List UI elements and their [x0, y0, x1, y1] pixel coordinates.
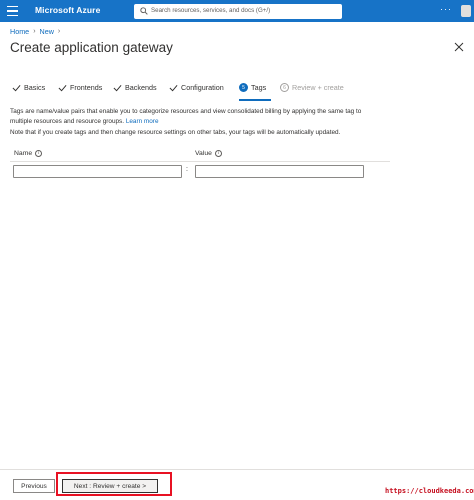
tags-note: Note that if you create tags and then ch… [10, 129, 341, 136]
menu-icon[interactable] [7, 6, 18, 16]
tab-label: Frontends [70, 83, 103, 92]
table-header-divider [10, 161, 390, 162]
tags-description: Tags are name/value pairs that enable yo… [10, 107, 380, 126]
tab-tags[interactable]: 5 Tags [239, 83, 266, 92]
info-icon[interactable]: i [214, 150, 222, 157]
watermark-text: https://cloudkeeda.com [385, 487, 474, 495]
name-column-header: Name i [14, 150, 43, 157]
next-review-create-button[interactable]: Next : Review + create > [62, 479, 158, 493]
chevron-right-icon: › [33, 28, 36, 35]
tab-label: Review + create [292, 83, 344, 92]
step-number-badge: 6 [280, 83, 289, 92]
more-options-icon[interactable]: ··· [440, 4, 452, 14]
active-tab-indicator [239, 99, 271, 101]
tag-value-input[interactable] [195, 165, 364, 178]
top-navigation-bar: Microsoft Azure Search resources, servic… [0, 0, 474, 22]
breadcrumb: Home › New › [10, 27, 60, 36]
page-title: Create application gateway [10, 40, 173, 55]
value-header-label: Value [195, 150, 212, 157]
previous-button[interactable]: Previous [13, 479, 55, 493]
learn-more-link[interactable]: Learn more [126, 118, 159, 125]
name-header-label: Name [14, 150, 33, 157]
avatar[interactable] [461, 5, 471, 17]
tab-label: Configuration [181, 83, 224, 92]
breadcrumb-new[interactable]: New [40, 27, 54, 36]
checkmark-icon [169, 84, 178, 91]
tab-backends[interactable]: Backends [113, 83, 157, 92]
tag-name-input[interactable] [13, 165, 182, 178]
tab-configuration[interactable]: Configuration [169, 83, 224, 92]
azure-brand[interactable]: Microsoft Azure [35, 5, 100, 15]
search-icon [140, 7, 148, 15]
checkmark-icon [12, 84, 21, 91]
checkmark-icon [113, 84, 122, 91]
name-value-separator: : [186, 166, 188, 173]
tab-review-create[interactable]: 6 Review + create [280, 83, 344, 92]
tab-label: Tags [251, 83, 267, 92]
global-search-input[interactable]: Search resources, services, and docs (G+… [134, 4, 342, 19]
search-placeholder: Search resources, services, and docs (G+… [151, 7, 271, 14]
step-number-badge: 5 [239, 83, 248, 92]
value-column-header: Value i [195, 150, 222, 157]
close-icon[interactable] [454, 42, 464, 52]
tab-label: Backends [125, 83, 157, 92]
tab-label: Basics [24, 83, 46, 92]
tab-frontends[interactable]: Frontends [58, 83, 102, 92]
info-icon[interactable]: i [35, 150, 43, 157]
chevron-right-icon: › [57, 28, 61, 35]
checkmark-icon [58, 84, 67, 91]
footer-divider [0, 469, 474, 470]
tab-basics[interactable]: Basics [12, 83, 45, 92]
breadcrumb-home[interactable]: Home [10, 27, 29, 36]
description-text: Tags are name/value pairs that enable yo… [10, 108, 362, 125]
